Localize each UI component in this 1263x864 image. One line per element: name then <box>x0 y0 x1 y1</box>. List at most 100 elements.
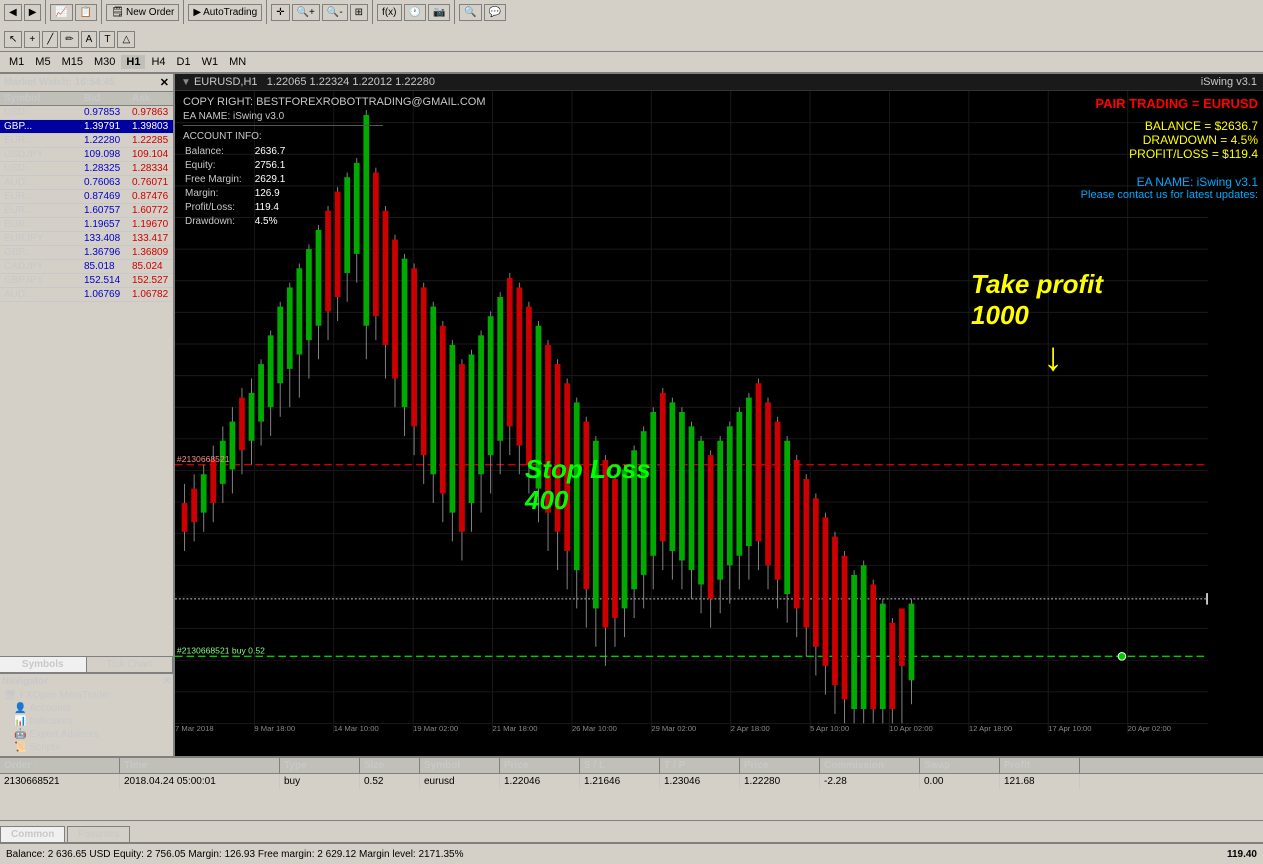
tf-h1[interactable]: H1 <box>121 55 145 69</box>
chart-canvas[interactable]: 1.24825 1.24665 1.24500 1.24340 1.24180 … <box>175 91 1263 751</box>
pen-btn[interactable]: ✏ <box>60 31 78 48</box>
chat-btn[interactable]: 💬 <box>484 4 506 21</box>
tf-d1[interactable]: D1 <box>172 55 196 69</box>
cursor-btn[interactable]: ↖ <box>4 31 22 48</box>
svg-text:7 Mar 2018: 7 Mar 2018 <box>175 724 214 733</box>
template-btn[interactable]: 📋 <box>75 4 97 21</box>
order-swap: 0.00 <box>920 774 1000 789</box>
tf-mn[interactable]: MN <box>224 55 251 69</box>
sym-row-eur[interactable]: EUR... 1.22280 1.22285 <box>0 134 173 148</box>
order-symbol: eurusd <box>420 774 500 789</box>
sym-bid: 152.514 <box>82 275 130 286</box>
sym-row-usd[interactable]: USD... 0.97853 0.97863 <box>0 106 173 120</box>
tf-h4[interactable]: H4 <box>146 55 170 69</box>
market-watch-close[interactable]: ✕ <box>160 76 169 89</box>
tab-common[interactable]: Common <box>0 826 65 842</box>
indicators-btn[interactable]: f(x) <box>377 4 401 21</box>
tf-m1[interactable]: M1 <box>4 55 29 69</box>
order-price-open: 1.22046 <box>500 774 580 789</box>
navigator-title: Navigator <box>2 676 48 687</box>
sym-bid: 1.39791 <box>82 121 130 132</box>
sym-name: CADJPY <box>2 261 82 272</box>
autotrading-label: AutoTrading <box>203 7 257 18</box>
text2-btn[interactable]: T <box>99 31 115 48</box>
sep4 <box>266 0 267 24</box>
new-chart-btn[interactable]: 📈 <box>50 4 72 21</box>
arrow-right-btn[interactable]: ▶ <box>24 4 42 21</box>
autotrading-btn[interactable]: ▶ AutoTrading <box>188 4 262 21</box>
new-order-label: New Order <box>126 7 174 18</box>
search-btn[interactable]: 🔍 <box>459 4 481 21</box>
zoom-in-btn[interactable]: 🔍+ <box>292 4 320 21</box>
zoom-out-btn[interactable]: 🔍- <box>322 4 348 21</box>
svg-text:21 Mar 18:00: 21 Mar 18:00 <box>493 724 538 733</box>
crosshair2-btn[interactable]: + <box>24 31 40 48</box>
sym-row-gbpjpy[interactable]: GBPJPY 152.514 152.527 <box>0 274 173 288</box>
sym-row-usdjpy[interactable]: USDJPY 109.098 109.104 <box>0 148 173 162</box>
tab-favorites[interactable]: Favorites <box>67 826 130 842</box>
col-price-cur: Price <box>740 758 820 773</box>
fit-btn[interactable]: ⊞ <box>350 4 368 21</box>
shapes-btn[interactable]: △ <box>117 31 135 48</box>
svg-text:29 Mar 02:00: 29 Mar 02:00 <box>651 724 696 733</box>
nav-fxopen[interactable]: 🖥 FXOpen MetaTrader <box>2 689 171 702</box>
sym-bid: 0.76063 <box>82 177 130 188</box>
tf-m5[interactable]: M5 <box>30 55 55 69</box>
chart-area[interactable]: ▼ EURUSD,H1 1.22065 1.22324 1.22012 1.22… <box>175 74 1263 756</box>
sym-row-eur3[interactable]: EUR... 1.60757 1.60772 <box>0 204 173 218</box>
tf-m30[interactable]: M30 <box>89 55 120 69</box>
sym-row-eur4[interactable]: EUR... 1.19657 1.19670 <box>0 218 173 232</box>
sym-row-eur2[interactable]: EUR... 0.87469 0.87476 <box>0 190 173 204</box>
new-order-btn[interactable]: 🗒 New Order <box>106 4 179 21</box>
sym-name: USD... <box>2 107 82 118</box>
chart-symbol-text: EURUSD,H1 1.22065 1.22324 1.22012 1.2228… <box>194 76 435 88</box>
order-row[interactable]: 2130668521 2018.04.24 05:00:01 buy 0.52 … <box>0 774 1263 789</box>
sym-row-gbp2[interactable]: GBP... 1.36796 1.36809 <box>0 246 173 260</box>
navigator-close[interactable]: ✕ <box>163 676 171 687</box>
nav-indicators-icon: 📊 <box>14 716 26 727</box>
clock-btn[interactable]: 🕐 <box>404 4 426 21</box>
autotrading-icon: ▶ <box>193 7 201 18</box>
crosshair-btn[interactable]: ✛ <box>271 4 289 21</box>
order-commission: -2.28 <box>820 774 920 789</box>
status-bar: Balance: 2 636.65 USD Equity: 2 756.05 M… <box>0 842 1263 864</box>
sym-row-aud[interactable]: AUD... 0.76063 0.76071 <box>0 176 173 190</box>
nav-accounts[interactable]: 👤 Accounts <box>2 702 171 715</box>
sym-row-cadjpy[interactable]: CADJPY 85.018 85.024 <box>0 260 173 274</box>
arrow-left-btn[interactable]: ◀ <box>4 4 22 21</box>
nav-fxopen-label: FXOpen MetaTrader <box>20 690 111 701</box>
sym-row-eurjpy[interactable]: EURJPY 133.408 133.417 <box>0 232 173 246</box>
chart-svg: 1.24825 1.24665 1.24500 1.24340 1.24180 … <box>175 91 1208 733</box>
nav-scripts[interactable]: 📜 Scripts <box>2 741 171 754</box>
nav-indicators[interactable]: 📊 Indicators <box>2 715 171 728</box>
sym-row-gbp[interactable]: GBP... 1.39791 1.39803 <box>0 120 173 134</box>
tf-w1[interactable]: W1 <box>197 55 224 69</box>
main-layout: Market Watch: 16:54:45 ✕ Symbol Bid Ask … <box>0 74 1263 756</box>
sym-ask: 1.28334 <box>130 163 173 174</box>
text-btn[interactable]: A <box>81 31 98 48</box>
sym-row-usd2[interactable]: USD... 1.28325 1.28334 <box>0 162 173 176</box>
sym-row-aud2[interactable]: AUD... 1.06769 1.06782 <box>0 288 173 302</box>
col-swap: Swap <box>920 758 1000 773</box>
col-price-open: Price <box>500 758 580 773</box>
sep2 <box>101 0 102 24</box>
line-btn[interactable]: ╱ <box>42 31 58 48</box>
sym-name: EURJPY <box>2 233 82 244</box>
chart-symbol: ▼ EURUSD,H1 1.22065 1.22324 1.22012 1.22… <box>181 76 435 88</box>
order-sl: 1.21646 <box>580 774 660 789</box>
navigator-header: Navigator ✕ <box>2 676 171 687</box>
screenshot-btn[interactable]: 📷 <box>428 4 450 21</box>
sym-bid: 0.97853 <box>82 107 130 118</box>
col-bid: Bid <box>82 93 130 104</box>
tab-symbols[interactable]: Symbols <box>0 657 87 672</box>
sym-bid: 1.28325 <box>82 163 130 174</box>
sym-bid: 109.098 <box>82 149 130 160</box>
sym-ask: 0.87476 <box>130 191 173 202</box>
symbol-table: USD... 0.97853 0.97863 GBP... 1.39791 1.… <box>0 106 173 656</box>
tab-tick-chart[interactable]: Tick Chart <box>87 657 174 672</box>
tf-m15[interactable]: M15 <box>57 55 88 69</box>
bottom-tabs: Common Favorites <box>0 820 1263 842</box>
nav-fxopen-icon: 🖥 <box>4 690 17 701</box>
nav-expert-advisors[interactable]: 🤖 Expert Advisors <box>2 728 171 741</box>
nav-indicators-label: Indicators <box>29 716 72 727</box>
